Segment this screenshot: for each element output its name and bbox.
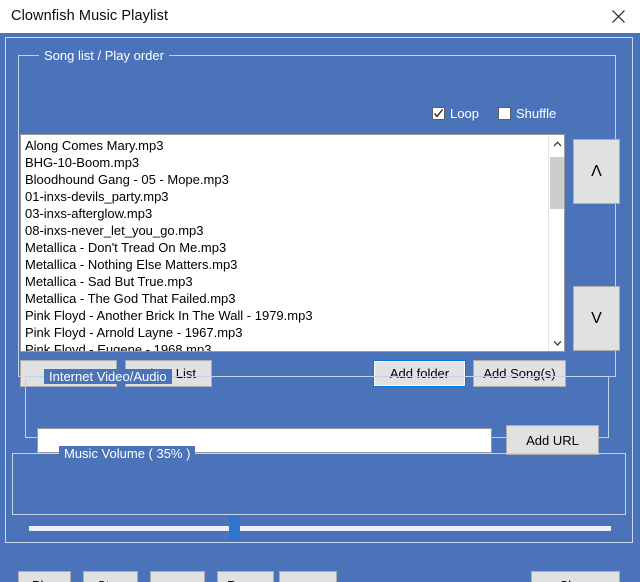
move-up-button[interactable]: Λ — [573, 139, 620, 204]
list-item[interactable]: Along Comes Mary.mp3 — [25, 137, 547, 154]
scroll-down-icon[interactable] — [549, 334, 565, 351]
scrollbar-thumb[interactable] — [550, 157, 564, 209]
volume-group-label: Music Volume ( 35% ) — [59, 446, 195, 461]
song-list-group-label: Song list / Play order — [39, 48, 169, 63]
move-down-button[interactable]: V — [573, 286, 620, 351]
add-url-button[interactable]: Add URL — [506, 425, 599, 455]
playlist-window: Clownfish Music Playlist Song list / Pla… — [0, 0, 640, 582]
internet-group-label: Internet Video/Audio — [44, 369, 172, 384]
song-listbox[interactable]: Along Comes Mary.mp3BHG-10-Boom.mp3Blood… — [20, 134, 565, 352]
list-item[interactable]: Metallica - Don't Tread On Me.mp3 — [25, 239, 547, 256]
list-item[interactable]: Metallica - The God That Failed.mp3 — [25, 290, 547, 307]
shuffle-checkbox-box[interactable] — [498, 107, 511, 120]
volume-slider-track[interactable] — [29, 526, 611, 531]
list-item[interactable]: 01-inxs-devils_party.mp3 — [25, 188, 547, 205]
list-item[interactable]: Pink Floyd - Arnold Layne - 1967.mp3 — [25, 324, 547, 341]
close-button[interactable]: Close — [531, 571, 620, 582]
volume-slider-thumb[interactable] — [229, 516, 240, 540]
song-list-scrollbar[interactable] — [548, 135, 564, 351]
list-item[interactable]: 08-inxs-never_let_you_go.mp3 — [25, 222, 547, 239]
list-item[interactable]: Pink Floyd - Another Brick In The Wall -… — [25, 307, 547, 324]
list-item[interactable]: 03-inxs-afterglow.mp3 — [25, 205, 547, 222]
list-item[interactable]: Pink Floyd - Eugene - 1968.mp3 — [25, 341, 547, 352]
next-button[interactable]: >>> — [279, 571, 337, 582]
client-area: Song list / Play order Loop Shuffle Alon… — [0, 33, 640, 582]
list-item[interactable]: Bloodhound Gang - 05 - Mope.mp3 — [25, 171, 547, 188]
loop-checkbox[interactable]: Loop — [432, 106, 479, 121]
check-icon — [433, 108, 444, 119]
window-title: Clownfish Music Playlist — [11, 8, 168, 24]
volume-group: Music Volume ( 35% ) — [12, 453, 626, 515]
song-list-items[interactable]: Along Comes Mary.mp3BHG-10-Boom.mp3Blood… — [21, 137, 547, 352]
list-item[interactable]: Metallica - Nothing Else Matters.mp3 — [25, 256, 547, 273]
play-button[interactable]: Play — [18, 571, 71, 582]
title-bar: Clownfish Music Playlist — [0, 0, 640, 33]
list-item[interactable]: Metallica - Sad But True.mp3 — [25, 273, 547, 290]
loop-checkbox-label: Loop — [450, 106, 479, 121]
pause-button[interactable]: Pause — [217, 571, 274, 582]
close-icon[interactable] — [600, 2, 636, 30]
list-item[interactable]: BHG-10-Boom.mp3 — [25, 154, 547, 171]
loop-checkbox-box[interactable] — [432, 107, 445, 120]
previous-button[interactable]: <<< — [150, 571, 205, 582]
shuffle-checkbox[interactable]: Shuffle — [498, 106, 556, 121]
stop-button[interactable]: Stop — [83, 571, 138, 582]
volume-slider[interactable] — [29, 516, 611, 540]
scroll-up-icon[interactable] — [549, 135, 565, 152]
shuffle-checkbox-label: Shuffle — [516, 106, 556, 121]
